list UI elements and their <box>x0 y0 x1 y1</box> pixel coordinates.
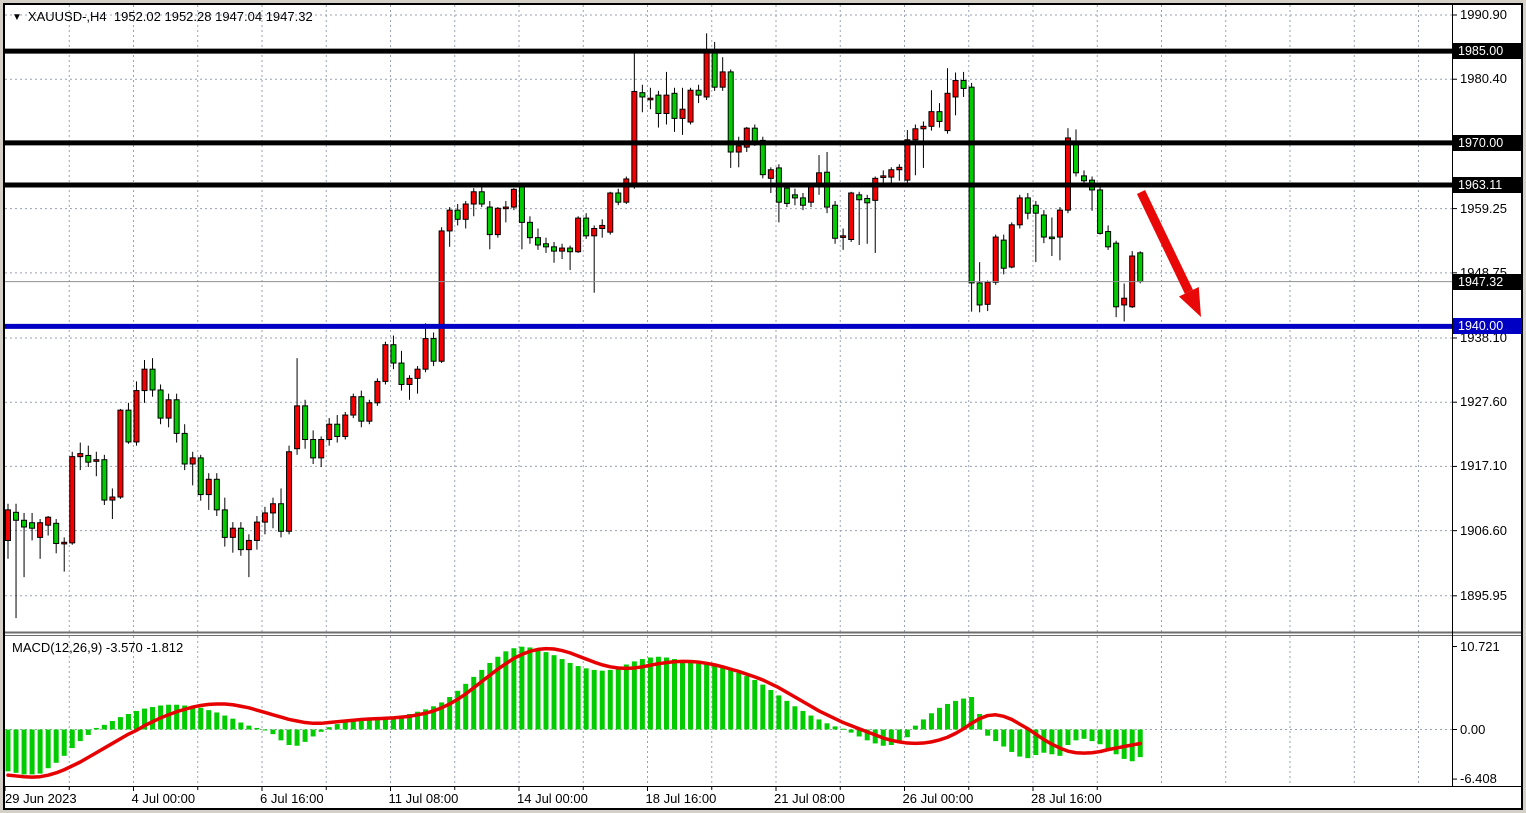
time-axis-label: 28 Jul 16:00 <box>1031 791 1102 806</box>
price-axis-label: 1990.90 <box>1460 7 1507 22</box>
symbol-period-label: XAUUSD-,H4 <box>28 9 107 24</box>
chart-window: 1990.901980.401959.251948.751938.101927.… <box>0 0 1526 813</box>
price-axis-label: 1980.40 <box>1460 71 1507 86</box>
time-axis-label: 29 Jun 2023 <box>5 791 77 806</box>
price-axis-label: 1959.25 <box>1460 201 1507 216</box>
time-axis-label: 14 Jul 00:00 <box>517 791 588 806</box>
time-axis-label: 21 Jul 08:00 <box>774 791 845 806</box>
price-axis-label: 1927.60 <box>1460 394 1507 409</box>
price-axis-label: 1906.60 <box>1460 523 1507 538</box>
time-axis-label: 6 Jul 16:00 <box>260 791 324 806</box>
macd-indicator-label: MACD(12,26,9) -3.570 -1.812 <box>12 640 183 655</box>
symbol-marker-icon: ▼ <box>12 12 22 23</box>
price-axis-label: 1895.95 <box>1460 588 1507 603</box>
level-price-badge: 1940.00 <box>1453 318 1522 334</box>
macd-axis-label: 0.00 <box>1460 722 1485 737</box>
level-price-badge: 1963.11 <box>1453 177 1522 193</box>
time-axis-label: 26 Jul 00:00 <box>903 791 974 806</box>
macd-axis-label: -6.408 <box>1460 771 1497 786</box>
price-axis-label: 1917.10 <box>1460 458 1507 473</box>
time-axis-label: 18 Jul 16:00 <box>646 791 717 806</box>
time-axis-label: 11 Jul 08:00 <box>389 791 459 806</box>
level-price-badge: 1985.00 <box>1453 43 1522 59</box>
time-axis-label: 4 Jul 00:00 <box>132 791 196 806</box>
level-price-badge: 1970.00 <box>1453 135 1522 151</box>
price-chart-canvas[interactable] <box>0 0 1526 813</box>
chart-title: ▼ XAUUSD-,H4 1952.02 1952.28 1947.04 1947… <box>12 9 313 24</box>
current-price-badge: 1947.32 <box>1453 274 1522 290</box>
ohlc-readout: 1952.02 1952.28 1947.04 1947.32 <box>114 9 313 24</box>
macd-axis-label: 10.721 <box>1460 639 1500 654</box>
